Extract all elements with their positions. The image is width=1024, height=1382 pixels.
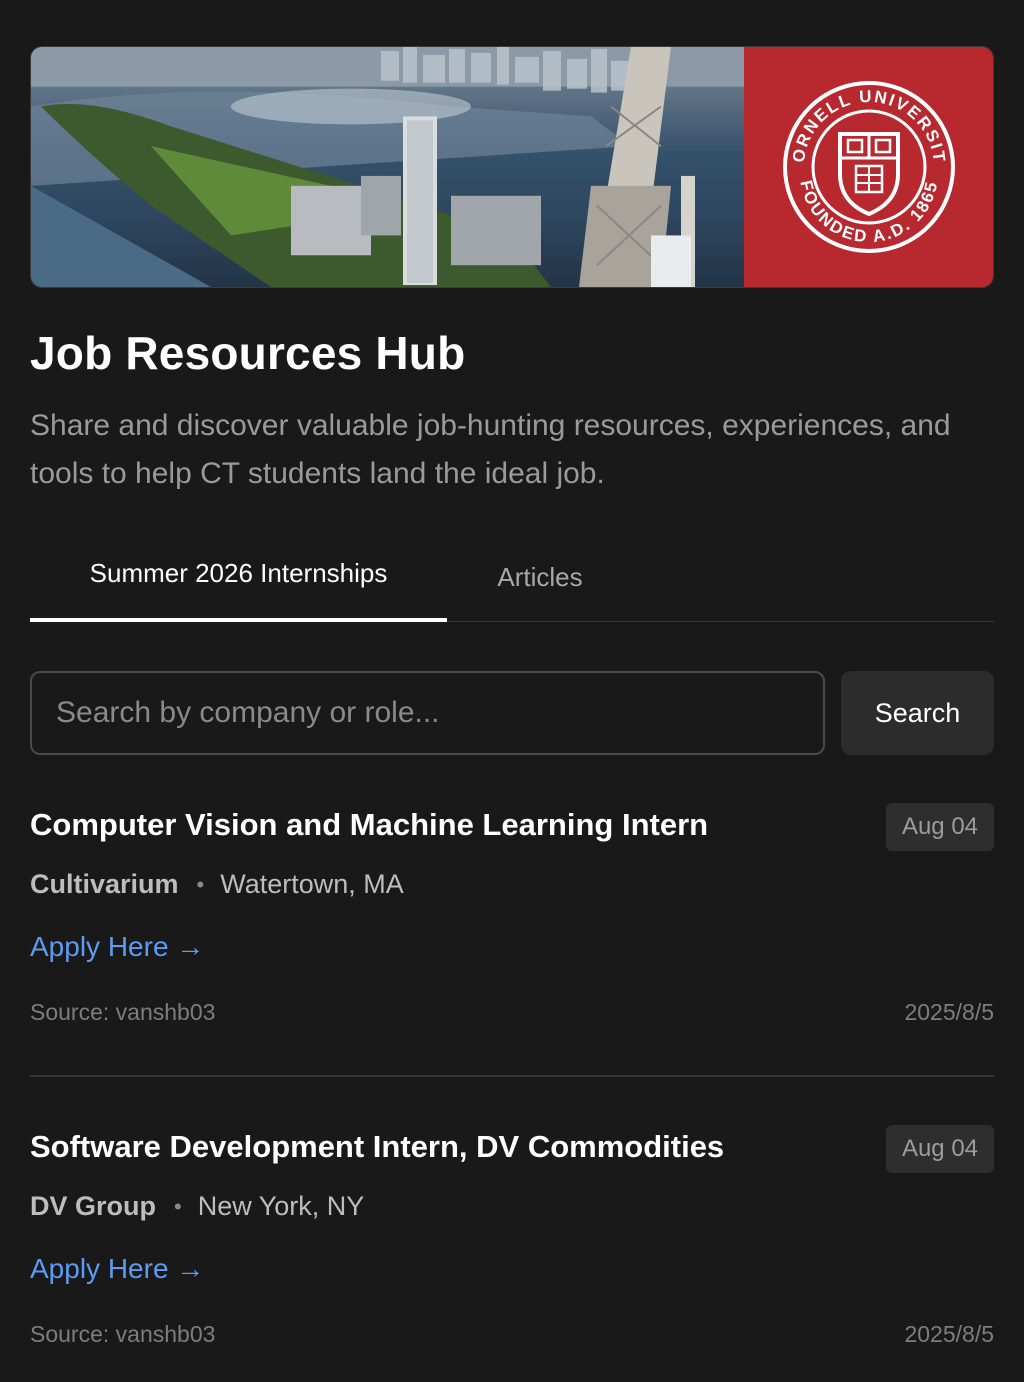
job-source: Source: vanshb03 [30,1321,216,1347]
search-input[interactable] [30,671,825,755]
page-subtitle: Share and discover valuable job-hunting … [30,409,951,490]
posted-date: 2025/8/5 [904,1321,994,1347]
posted-date: 2025/8/5 [904,999,994,1025]
separator-dot-icon: • [174,1193,182,1219]
tab-articles[interactable]: Articles [447,540,633,622]
cornell-seal: CORNELL UNIVERSITY FOUNDED A.D. 1865 [744,47,993,287]
job-title: Software Development Intern, DV Commodit… [30,1129,725,1164]
job-meta: DV Group • New York, NY [30,1191,364,1222]
job-meta: Cultivarium • Watertown, MA [30,869,404,900]
job-source: Source: vanshb03 [30,999,216,1025]
company-name: Cultivarium [30,869,179,899]
date-badge: Aug 04 [886,1125,994,1173]
hero-banner: CORNELL UNIVERSITY FOUNDED A.D. 1865 [30,46,994,288]
apply-link[interactable]: Apply Here → [30,931,204,963]
tab-bar: Summer 2026 Internships Articles [30,540,994,622]
job-location: Watertown, MA [220,869,404,899]
job-card: Computer Vision and Machine Learning Int… [30,803,994,1063]
tab-summer-2026-internships[interactable]: Summer 2026 Internships [30,540,447,622]
campus-aerial-photo [31,47,744,287]
company-name: DV Group [30,1191,156,1221]
date-badge: Aug 04 [886,803,994,851]
apply-link[interactable]: Apply Here → [30,1253,204,1285]
job-title: Computer Vision and Machine Learning Int… [30,807,709,842]
job-divider [30,1075,994,1077]
separator-dot-icon: • [196,871,205,897]
job-location: New York, NY [197,1191,365,1221]
page-title: Job Resources Hub [30,327,466,379]
job-card: Software Development Intern, DV Commodit… [30,1125,994,1382]
search-button[interactable]: Search [841,671,994,755]
cornell-seal-logo: CORNELL UNIVERSITY FOUNDED A.D. 1865 [780,78,955,253]
